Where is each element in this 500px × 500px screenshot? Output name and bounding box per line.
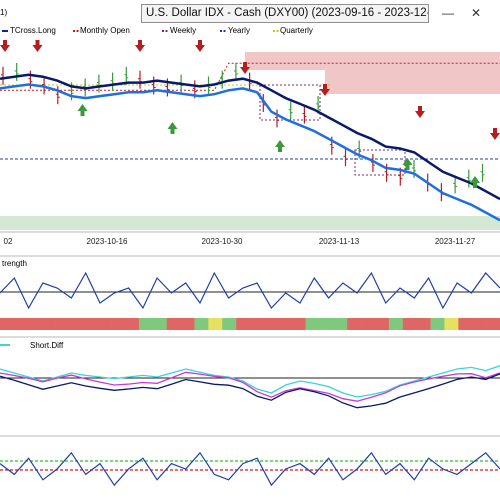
strength-color-block: [152, 318, 167, 330]
strength-line: [0, 271, 500, 310]
strength-color-block: [236, 318, 251, 330]
x-tick-label-0: 02: [4, 237, 13, 246]
strength-color-block: [430, 318, 445, 330]
strength-color-block: [250, 318, 265, 330]
strength-color-block: [125, 318, 140, 330]
strength-color-block: [97, 318, 112, 330]
strength-color-block: [0, 318, 15, 330]
strength-color-block: [486, 318, 500, 330]
x-tick-label-2: 2023-10-30: [202, 237, 243, 246]
strength-color-block: [305, 318, 320, 330]
strength-color-block: [263, 318, 279, 330]
strength-color-block: [402, 318, 417, 330]
strength-color-block: [222, 318, 237, 330]
support-zone: [0, 216, 500, 230]
strength-color-block: [41, 318, 56, 330]
x-tick-label-4: 2023-11-27: [435, 237, 476, 246]
buy-signal-arrow: [275, 140, 285, 152]
sell-signal-arrow: [0, 40, 10, 52]
strength-color-block: [291, 318, 306, 330]
buy-signal-arrow: [77, 104, 88, 116]
strength-color-block: [138, 318, 154, 330]
short-diff-label: Short.Diff: [30, 341, 64, 350]
x-tick-label-1: 2023-10-16: [87, 237, 128, 246]
strength-color-block: [333, 318, 348, 330]
navy-line: [0, 373, 500, 409]
sell-signal-arrow: [195, 40, 205, 52]
strength-color-block: [444, 318, 459, 330]
tcross-short-line: [0, 83, 500, 222]
strength-color-block: [319, 318, 334, 330]
x-tick-label-3: 2023-11-13: [319, 237, 360, 246]
strength-color-block: [277, 318, 292, 330]
strength-color-block: [416, 318, 431, 330]
resistance-zone-lower: [325, 70, 500, 94]
strength-color-block: [180, 318, 195, 330]
strength-color-block: [13, 318, 29, 330]
buy-signal-arrow: [167, 122, 178, 134]
resistance-zone: [245, 52, 500, 70]
chart-canvas: 02 2023-10-16 2023-10-30 2023-11-13 2023-11-…: [0, 30, 500, 487]
strength-panel-title: trength: [2, 259, 27, 268]
sell-signal-arrow: [32, 40, 43, 52]
strength-color-block: [69, 318, 84, 330]
sell-signal-arrow: [490, 128, 500, 140]
strength-color-block: [388, 318, 404, 330]
strength-color-block: [55, 318, 70, 330]
strength-color-block: [27, 318, 42, 330]
strength-color-block: [83, 318, 98, 330]
magenta-line: [0, 371, 500, 402]
strength-color-block: [472, 318, 487, 330]
strength-color-block: [194, 318, 209, 330]
sell-signal-arrow: [135, 40, 145, 52]
strength-color-block: [166, 318, 181, 330]
strength-color-block: [458, 318, 473, 330]
strength-color-block: [361, 318, 376, 330]
lower-line: [0, 451, 500, 487]
weekly-range-1: [354, 149, 406, 176]
strength-color-block: [347, 318, 362, 330]
strength-color-block: [111, 318, 126, 330]
sell-signal-arrow: [415, 106, 425, 118]
strength-color-block: [208, 318, 223, 330]
buy-signal-arrow: [402, 158, 413, 170]
strength-color-block: [375, 318, 390, 330]
